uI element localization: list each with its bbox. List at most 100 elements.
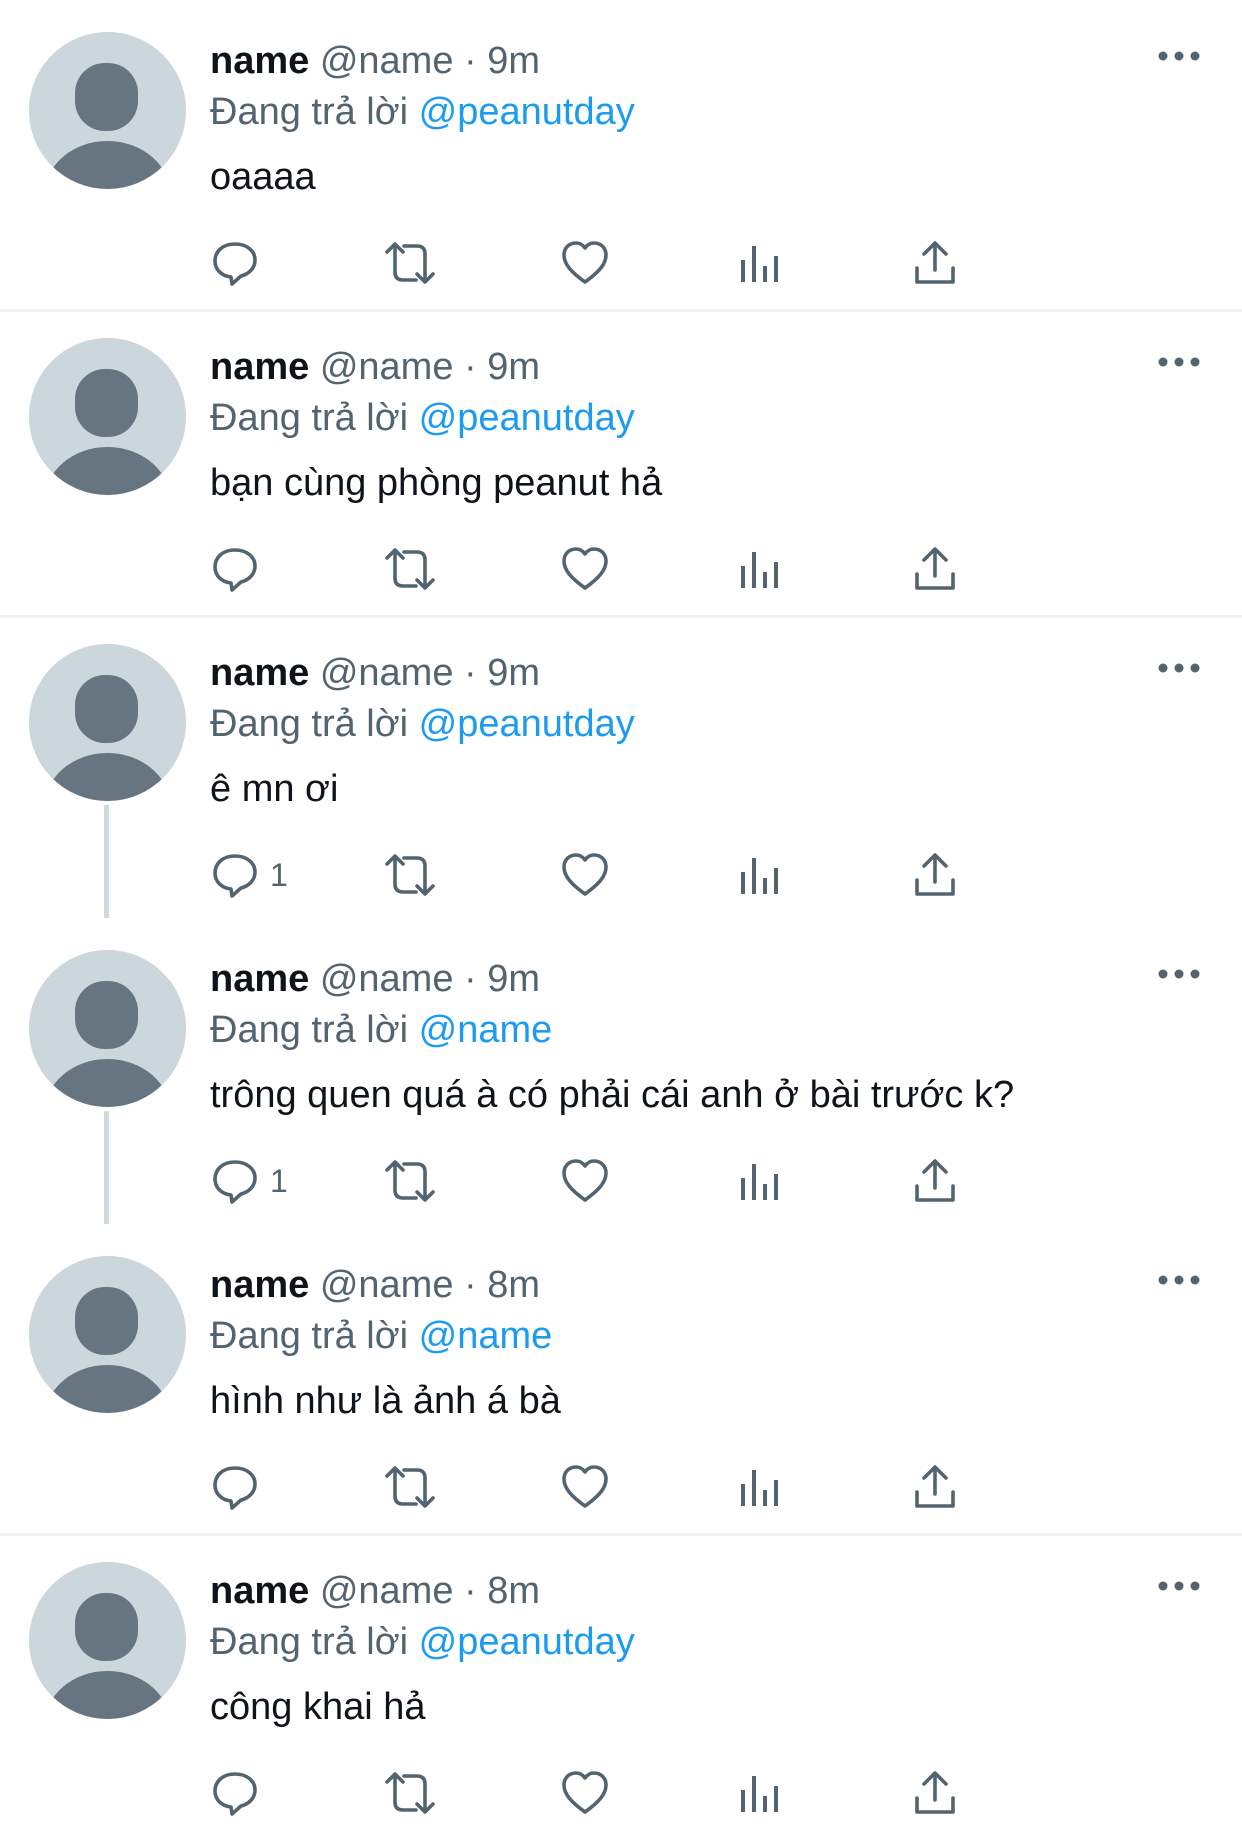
tweet[interactable]: name @name · 8m Đang trả lời @name hình … bbox=[0, 1224, 1242, 1530]
more-options-button[interactable] bbox=[1154, 1574, 1204, 1598]
replying-to-mention[interactable]: @name bbox=[419, 1009, 553, 1051]
replying-to-mention[interactable]: @peanutday bbox=[419, 1621, 635, 1663]
like-button[interactable] bbox=[560, 238, 610, 288]
replying-to-label: Đang trả lời bbox=[210, 1009, 409, 1051]
ellipsis-icon bbox=[1158, 1275, 1200, 1285]
more-options-button[interactable] bbox=[1154, 350, 1204, 374]
tweet-text: công khai hả bbox=[210, 1686, 426, 1728]
display-name[interactable]: name bbox=[210, 346, 309, 388]
retweet-icon bbox=[385, 854, 435, 896]
user-handle[interactable]: @name bbox=[320, 1570, 454, 1612]
replying-to-label: Đang trả lời bbox=[210, 703, 409, 745]
avatar[interactable] bbox=[29, 338, 186, 495]
user-handle[interactable]: @name bbox=[320, 652, 454, 694]
retweet-button[interactable] bbox=[383, 1462, 437, 1512]
tweet[interactable]: name @name · 8m Đang trả lời @peanutday … bbox=[0, 1530, 1242, 1826]
reply-button[interactable] bbox=[210, 1768, 270, 1818]
tweet[interactable]: name @name · 9m Đang trả lời @peanutday … bbox=[0, 612, 1242, 918]
more-options-button[interactable] bbox=[1154, 1268, 1204, 1292]
timestamp[interactable]: 9m bbox=[487, 40, 540, 82]
retweet-button[interactable] bbox=[383, 1768, 437, 1818]
views-button[interactable] bbox=[738, 544, 782, 594]
views-button[interactable] bbox=[738, 850, 782, 900]
share-button[interactable] bbox=[910, 1156, 960, 1206]
ellipsis-icon bbox=[1158, 663, 1200, 673]
tweet-text: ê mn ơi bbox=[210, 768, 339, 810]
reply-button[interactable]: 1 bbox=[210, 1156, 288, 1206]
replying-to-label: Đang trả lời bbox=[210, 91, 409, 133]
reply-icon bbox=[213, 548, 257, 592]
replying-to: Đang trả lời @peanutday bbox=[210, 395, 635, 441]
like-button[interactable] bbox=[560, 850, 610, 900]
action-bar bbox=[210, 238, 1110, 288]
views-button[interactable] bbox=[738, 1768, 782, 1818]
tweet[interactable]: name @name · 9m Đang trả lời @peanutday … bbox=[0, 0, 1242, 306]
retweet-button[interactable] bbox=[383, 1156, 437, 1206]
share-button[interactable] bbox=[910, 544, 960, 594]
display-name[interactable]: name bbox=[210, 958, 309, 1000]
user-handle[interactable]: @name bbox=[320, 958, 454, 1000]
reply-button[interactable] bbox=[210, 1462, 270, 1512]
replying-to-label: Đang trả lời bbox=[210, 1621, 409, 1663]
replying-to-label: Đang trả lời bbox=[210, 397, 409, 439]
thread-connector bbox=[104, 1111, 109, 1224]
tweet[interactable]: name @name · 9m Đang trả lời @name trông… bbox=[0, 918, 1242, 1224]
retweet-button[interactable] bbox=[383, 544, 437, 594]
ellipsis-icon bbox=[1158, 1581, 1200, 1591]
like-button[interactable] bbox=[560, 1156, 610, 1206]
reply-icon bbox=[213, 242, 257, 286]
share-icon bbox=[915, 1771, 955, 1814]
ellipsis-icon bbox=[1158, 51, 1200, 61]
share-button[interactable] bbox=[910, 1768, 960, 1818]
timestamp[interactable]: 9m bbox=[487, 346, 540, 388]
display-name[interactable]: name bbox=[210, 1264, 309, 1306]
separator-dot: · bbox=[464, 40, 477, 82]
views-button[interactable] bbox=[738, 1156, 782, 1206]
like-button[interactable] bbox=[560, 1768, 610, 1818]
views-button[interactable] bbox=[738, 238, 782, 288]
avatar[interactable] bbox=[29, 950, 186, 1107]
retweet-button[interactable] bbox=[383, 850, 437, 900]
tweet-text: bạn cùng phòng peanut hả bbox=[210, 462, 663, 504]
separator-dot: · bbox=[464, 1570, 477, 1612]
display-name[interactable]: name bbox=[210, 1570, 309, 1612]
reply-button[interactable] bbox=[210, 238, 270, 288]
tweet[interactable]: name @name · 9m Đang trả lời @peanutday … bbox=[0, 306, 1242, 612]
share-button[interactable] bbox=[910, 238, 960, 288]
replying-to-mention[interactable]: @name bbox=[419, 1315, 553, 1357]
more-options-button[interactable] bbox=[1154, 962, 1204, 986]
timestamp[interactable]: 8m bbox=[487, 1570, 540, 1612]
user-handle[interactable]: @name bbox=[320, 346, 454, 388]
user-handle[interactable]: @name bbox=[320, 40, 454, 82]
tweet-header: name @name · 9m bbox=[210, 956, 540, 1002]
views-icon bbox=[741, 246, 778, 282]
display-name[interactable]: name bbox=[210, 652, 309, 694]
more-options-button[interactable] bbox=[1154, 44, 1204, 68]
like-button[interactable] bbox=[560, 1462, 610, 1512]
replying-to: Đang trả lời @peanutday bbox=[210, 1619, 635, 1665]
timestamp[interactable]: 9m bbox=[487, 958, 540, 1000]
avatar[interactable] bbox=[29, 644, 186, 801]
share-button[interactable] bbox=[910, 1462, 960, 1512]
replying-to-mention[interactable]: @peanutday bbox=[419, 91, 635, 133]
avatar[interactable] bbox=[29, 32, 186, 189]
display-name[interactable]: name bbox=[210, 40, 309, 82]
replying-to: Đang trả lời @name bbox=[210, 1007, 552, 1053]
replying-to-mention[interactable]: @peanutday bbox=[419, 703, 635, 745]
user-handle[interactable]: @name bbox=[320, 1264, 454, 1306]
views-icon bbox=[741, 1776, 778, 1812]
timestamp[interactable]: 8m bbox=[487, 1264, 540, 1306]
reply-button[interactable] bbox=[210, 544, 270, 594]
reply-button[interactable]: 1 bbox=[210, 850, 288, 900]
more-options-button[interactable] bbox=[1154, 656, 1204, 680]
avatar[interactable] bbox=[29, 1562, 186, 1719]
replying-to-mention[interactable]: @peanutday bbox=[419, 397, 635, 439]
retweet-button[interactable] bbox=[383, 238, 437, 288]
share-button[interactable] bbox=[910, 850, 960, 900]
like-button[interactable] bbox=[560, 544, 610, 594]
timestamp[interactable]: 9m bbox=[487, 652, 540, 694]
views-button[interactable] bbox=[738, 1462, 782, 1512]
avatar[interactable] bbox=[29, 1256, 186, 1413]
action-bar bbox=[210, 1768, 1110, 1818]
separator-dot: · bbox=[464, 346, 477, 388]
